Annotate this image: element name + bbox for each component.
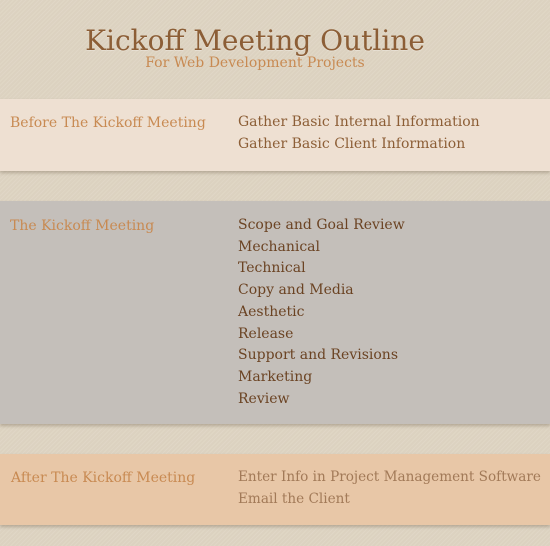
section-item-list: Enter Info in Project Management Softwar… — [238, 467, 541, 510]
list-item: Aesthetic — [238, 303, 305, 320]
section-label: Before The Kickoff Meeting — [10, 115, 206, 131]
list-item: Support and Revisions — [238, 347, 399, 364]
list-item: Copy and Media — [238, 282, 354, 299]
section-before-kickoff: Before The Kickoff Meeting Gather Basic … — [0, 99, 550, 171]
list-item: Scope and Goal Review — [238, 217, 405, 233]
section-label: The Kickoff Meeting — [10, 218, 155, 234]
list-item: Enter Info in Project Management Softwar… — [238, 469, 541, 485]
list-item: Marketing — [238, 368, 313, 385]
section-after-kickoff: After The Kickoff Meeting Enter Info in … — [0, 454, 550, 525]
list-item: Gather Basic Internal Information — [238, 114, 480, 130]
section-label: After The Kickoff Meeting — [11, 470, 196, 486]
list-item: Gather Basic Client Information — [238, 135, 466, 152]
section-kickoff-meeting: The Kickoff Meeting Scope and Goal Revie… — [0, 201, 550, 424]
section-item-list: Scope and Goal Review Mechanical Technic… — [238, 215, 405, 410]
page-subtitle: For Web Development Projects — [145, 55, 365, 71]
list-item: Release — [238, 325, 294, 342]
page-header: Kickoff Meeting Outline For Web Developm… — [0, 24, 510, 70]
section-item-list: Gather Basic Internal Information Gather… — [238, 112, 480, 155]
list-item: Technical — [238, 260, 306, 277]
list-item: Review — [238, 390, 290, 407]
list-item: Email the Client — [238, 490, 350, 507]
page-title: Kickoff Meeting Outline — [85, 24, 425, 57]
list-item: Mechanical — [238, 238, 320, 255]
